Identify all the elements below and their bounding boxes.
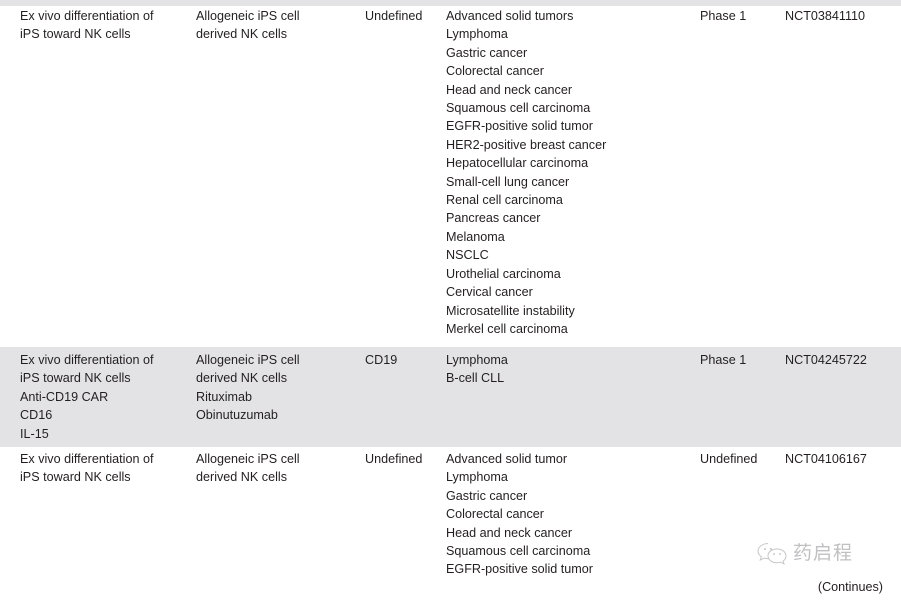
cell-nct-number: NCT03841110 [785, 9, 866, 23]
cell-product: Allogeneic iPS cell derived NK cells Rit… [196, 353, 300, 423]
watermark: 药启程 [757, 541, 853, 565]
clinical-trial-table: Ex vivo differentiation of iPS toward NK… [0, 6, 901, 597]
cell-phase: Undefined [700, 452, 758, 466]
page-canvas: Ex vivo differentiation of iPS toward NK… [0, 0, 901, 603]
wechat-logo-icon [757, 541, 787, 565]
cell-phase: Phase 1 [700, 353, 747, 367]
cell-product: Allogeneic iPS cell derived NK cells [196, 9, 300, 42]
cell-approach: Ex vivo differentiation of iPS toward NK… [20, 353, 154, 441]
cell-indication: Lymphoma B-cell CLL [446, 353, 508, 386]
cell-approach: Ex vivo differentiation of iPS toward NK… [20, 9, 154, 42]
cell-product: Allogeneic iPS cell derived NK cells [196, 452, 300, 485]
cell-indication: Advanced solid tumors Lymphoma Gastric c… [446, 9, 607, 336]
cell-nct-number: NCT04106167 [785, 452, 867, 466]
cell-nct-number: NCT04245722 [785, 353, 867, 367]
cell-indication: Advanced solid tumor Lymphoma Gastric ca… [446, 452, 593, 577]
continues-note: (Continues) [817, 580, 883, 594]
table-row: Ex vivo differentiation of iPS toward NK… [0, 6, 901, 347]
cell-approach: Ex vivo differentiation of iPS toward NK… [20, 452, 154, 485]
table-row: Ex vivo differentiation of iPS toward NK… [0, 447, 901, 597]
cell-target: Undefined [365, 452, 423, 466]
cell-target: Undefined [365, 9, 423, 23]
table-row: Ex vivo differentiation of iPS toward NK… [0, 347, 901, 447]
cell-phase: Phase 1 [700, 9, 747, 23]
cell-target: CD19 [365, 353, 398, 367]
watermark-text: 药启程 [793, 541, 854, 564]
